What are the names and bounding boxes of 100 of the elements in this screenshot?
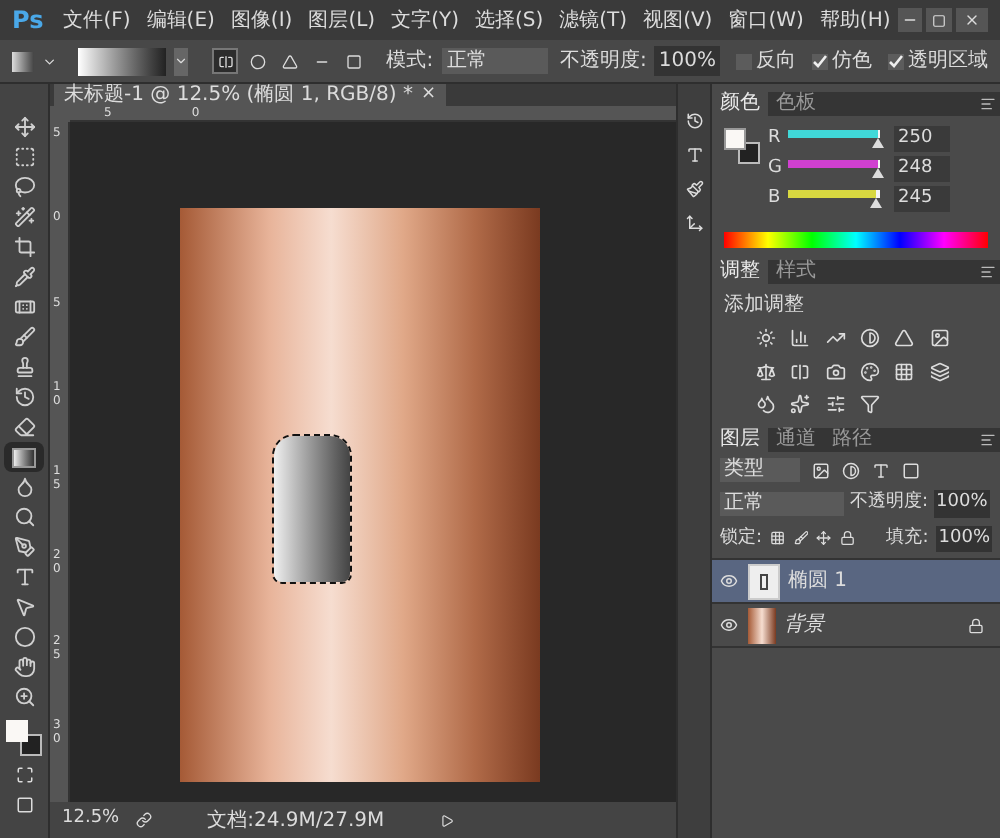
menu-item[interactable]: 文件(F) [55,5,139,35]
document-tab[interactable]: 未标题-1 @ 12.5% (椭圆 1, RGB/8) * × [54,84,446,106]
sparkles-icon[interactable] [790,394,811,415]
checkbox-label: 透明区域 [908,47,988,76]
gradient-dropdown[interactable] [173,47,189,75]
layer-row[interactable]: 椭圆 1 [712,560,1000,604]
menu-item[interactable]: 文字(Y) [383,5,467,35]
panel-tab[interactable]: 通道 [768,428,824,452]
character-icon[interactable] [685,146,703,164]
drops-icon[interactable] [756,394,776,415]
lock-pixels-icon[interactable] [770,530,786,547]
mode-label: 模式: [386,47,434,76]
menu-item[interactable]: 滤镜(T) [551,5,636,35]
adjust-filter-icon[interactable] [842,461,860,479]
caret-icon[interactable] [42,53,58,69]
slider-thumb[interactable] [871,167,884,177]
brush-icon[interactable] [685,180,703,198]
maximize-icon [932,13,947,27]
exposure-icon[interactable] [859,328,880,348]
gradient-picker[interactable] [77,47,166,75]
lock-position-icon[interactable] [816,530,832,547]
circle-icon [249,53,266,69]
panel-tab[interactable]: 颜色 [712,92,768,116]
play-icon[interactable] [440,813,455,827]
transform-icon[interactable] [685,214,703,232]
channel-label: R [768,125,782,152]
layer-opacity-field[interactable]: 100% [934,490,990,517]
layer-name: 椭圆 1 [788,567,850,596]
channel-value[interactable]: 248 [894,155,950,183]
panel-tab[interactable]: 路径 [824,428,880,452]
gradient-tool[interactable] [4,442,44,472]
gradient-preset-icon[interactable] [12,51,35,71]
slider-thumb[interactable] [870,197,883,207]
checkbox-label: 反向 [756,48,796,76]
slider-thumb[interactable] [872,137,885,147]
maximize-button[interactable] [926,8,952,32]
fill-label: 填充: [886,525,929,551]
sun-icon[interactable] [756,328,776,348]
panel-tab[interactable]: 调整 [712,260,768,284]
triangle-icon[interactable] [894,328,915,348]
checkbox[interactable] [812,53,828,69]
menu-item[interactable]: 视图(V) [635,5,721,35]
history-icon[interactable] [685,112,703,130]
link-icon[interactable] [135,812,152,828]
levels-icon[interactable] [790,328,811,348]
split-square-icon [217,53,234,69]
visibility-toggle[interactable] [720,572,740,590]
close-icon [963,12,980,28]
visibility-toggle[interactable] [720,616,740,634]
camera-icon[interactable] [825,361,846,382]
palette-icon[interactable] [859,361,880,382]
shape-filter-icon[interactable] [902,461,920,479]
menu-item[interactable]: 帮助(H) [811,5,899,35]
minimize-button[interactable] [898,8,923,32]
triangle-icon [281,53,298,69]
layers-icon[interactable] [929,361,950,382]
quick-mask-icon[interactable] [15,766,33,784]
caret-icon [173,54,188,68]
menu-item[interactable]: 选择(S) [466,5,552,35]
sliders-icon[interactable] [825,394,846,415]
menu-item[interactable]: 图层(L) [300,5,384,35]
split-square-icon[interactable] [790,361,811,382]
gradient-type-button[interactable] [212,48,239,74]
image-icon[interactable] [929,328,950,348]
blend-mode-select[interactable]: 正常 [720,491,844,516]
type-filter-icon[interactable] [872,461,890,479]
fill-field[interactable]: 100% [936,525,993,552]
mode-select[interactable]: 正常 [441,48,549,74]
panel-tab[interactable]: 样式 [768,260,824,284]
document-size: 文档:24.9M/27.9M [207,807,385,835]
opacity-field[interactable]: 100% [654,46,720,76]
zoom-level: 12.5% [62,806,120,833]
curves-icon[interactable] [825,328,846,348]
app-logo: Ps [10,4,46,38]
filter-icon[interactable] [859,394,880,415]
color-swatches-icon[interactable] [6,720,42,756]
lock-all-icon[interactable] [839,530,855,547]
color-spectrum[interactable] [724,232,988,248]
opacity-label: 不透明度: [560,47,647,76]
balance-icon[interactable] [756,361,776,382]
channel-value[interactable]: 245 [894,185,950,213]
panel-tab[interactable]: 色板 [768,92,824,116]
menu-item[interactable]: 窗口(W) [720,5,812,35]
channel-value[interactable]: 250 [894,125,950,153]
color-swatches-icon[interactable] [724,128,760,164]
filter-select[interactable]: 类型 [720,458,800,482]
grid-icon[interactable] [894,361,915,382]
menu-item[interactable]: 图像(I) [222,5,301,35]
panel-tab[interactable]: 图层 [712,428,768,452]
image-filter-icon[interactable] [812,461,830,479]
screen-mode-icon[interactable] [15,796,33,814]
menu-item[interactable]: 编辑(E) [138,5,223,35]
checkbox-label: 仿色 [832,48,872,76]
checkbox[interactable] [888,53,904,69]
layer-thumbnail [748,563,780,599]
tab-close-button[interactable]: × [420,86,436,104]
channel-label: B [768,185,782,212]
close-button[interactable] [955,8,988,32]
lock-paint-icon[interactable] [793,530,809,547]
layer-row[interactable]: 背景 [712,604,1000,648]
